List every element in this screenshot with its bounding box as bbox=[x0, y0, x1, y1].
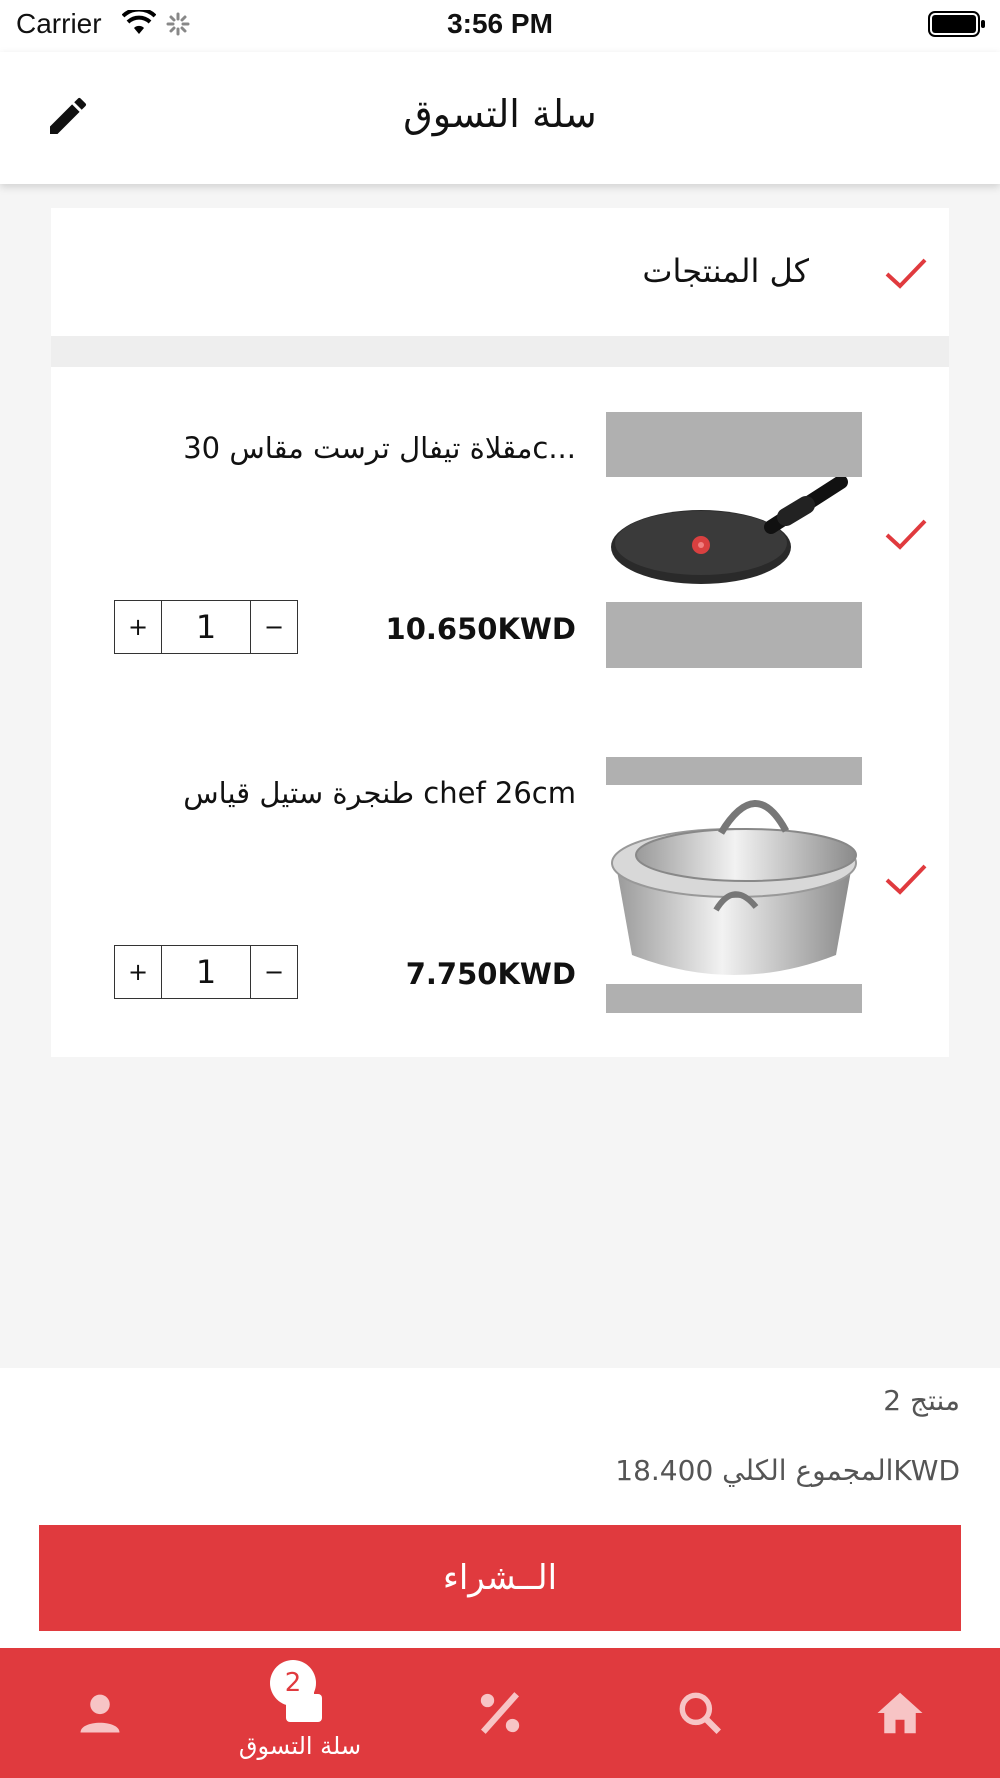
percent-icon bbox=[480, 1692, 520, 1734]
increase-button[interactable]: + bbox=[115, 946, 161, 998]
profile-icon bbox=[80, 1694, 120, 1733]
quantity-stepper: + 1 − bbox=[114, 945, 298, 999]
status-time: 3:56 PM bbox=[447, 8, 553, 39]
tab-home[interactable] bbox=[800, 1648, 1000, 1778]
cart-item: طنجرة ستيل قياس chef 26cm 7.750KWD + 1 − bbox=[51, 712, 949, 1042]
product-image[interactable] bbox=[606, 757, 862, 1013]
select-all-row[interactable]: كل المنتجات bbox=[51, 208, 949, 336]
tab-offers[interactable] bbox=[400, 1648, 600, 1778]
cart-summary: 2 منتج المجموع الكلي 18.400KWD الــشراء bbox=[0, 1368, 1000, 1648]
quantity-value: 1 bbox=[161, 946, 251, 998]
increase-button[interactable]: + bbox=[115, 601, 161, 653]
select-all-label: كل المنتجات bbox=[642, 252, 809, 290]
item-check-icon[interactable] bbox=[883, 511, 929, 557]
tab-search[interactable] bbox=[600, 1648, 800, 1778]
tab-cart-label: سلة التسوق bbox=[238, 1732, 362, 1760]
decrease-button[interactable]: − bbox=[251, 601, 297, 653]
cart-items-list: مقلاة تيفال ترست مقاس 30c... 10.650KWD +… bbox=[51, 367, 949, 1057]
cart-item: مقلاة تيفال ترست مقاس 30c... 10.650KWD +… bbox=[51, 367, 949, 697]
page-title: سلة التسوق bbox=[403, 92, 597, 136]
tab-profile[interactable] bbox=[0, 1648, 200, 1778]
divider bbox=[51, 336, 949, 367]
home-icon bbox=[877, 1692, 923, 1734]
cart-badge: 2 bbox=[270, 1660, 316, 1706]
product-image[interactable] bbox=[606, 412, 862, 668]
battery-icon bbox=[928, 11, 985, 37]
product-price: 7.750KWD bbox=[405, 957, 576, 991]
app-header: سلة التسوق bbox=[0, 52, 1000, 184]
quantity-value: 1 bbox=[161, 601, 251, 653]
status-bar: Carrier 3:56 PM bbox=[0, 0, 1000, 52]
frying-pan-icon bbox=[611, 477, 848, 584]
total-price: المجموع الكلي 18.400KWD bbox=[615, 1454, 960, 1487]
buy-button[interactable]: الــشراء bbox=[39, 1525, 961, 1631]
item-count: 2 منتج bbox=[883, 1384, 960, 1417]
quantity-stepper: + 1 − bbox=[114, 600, 298, 654]
cart-icon-wrap: 2 bbox=[260, 1660, 340, 1728]
cooking-pot-icon bbox=[611, 800, 857, 975]
product-name: مقلاة تيفال ترست مقاس 30c... bbox=[183, 431, 576, 465]
product-price: 10.650KWD bbox=[385, 612, 576, 646]
search-icon bbox=[679, 1692, 721, 1734]
tab-cart[interactable]: 2 سلة التسوق bbox=[200, 1648, 400, 1778]
bottom-tab-bar: 2 سلة التسوق bbox=[0, 1648, 1000, 1778]
decrease-button[interactable]: − bbox=[251, 946, 297, 998]
item-check-icon[interactable] bbox=[883, 856, 929, 902]
product-name: طنجرة ستيل قياس chef 26cm bbox=[183, 776, 576, 810]
select-all-check-icon[interactable] bbox=[883, 250, 929, 296]
